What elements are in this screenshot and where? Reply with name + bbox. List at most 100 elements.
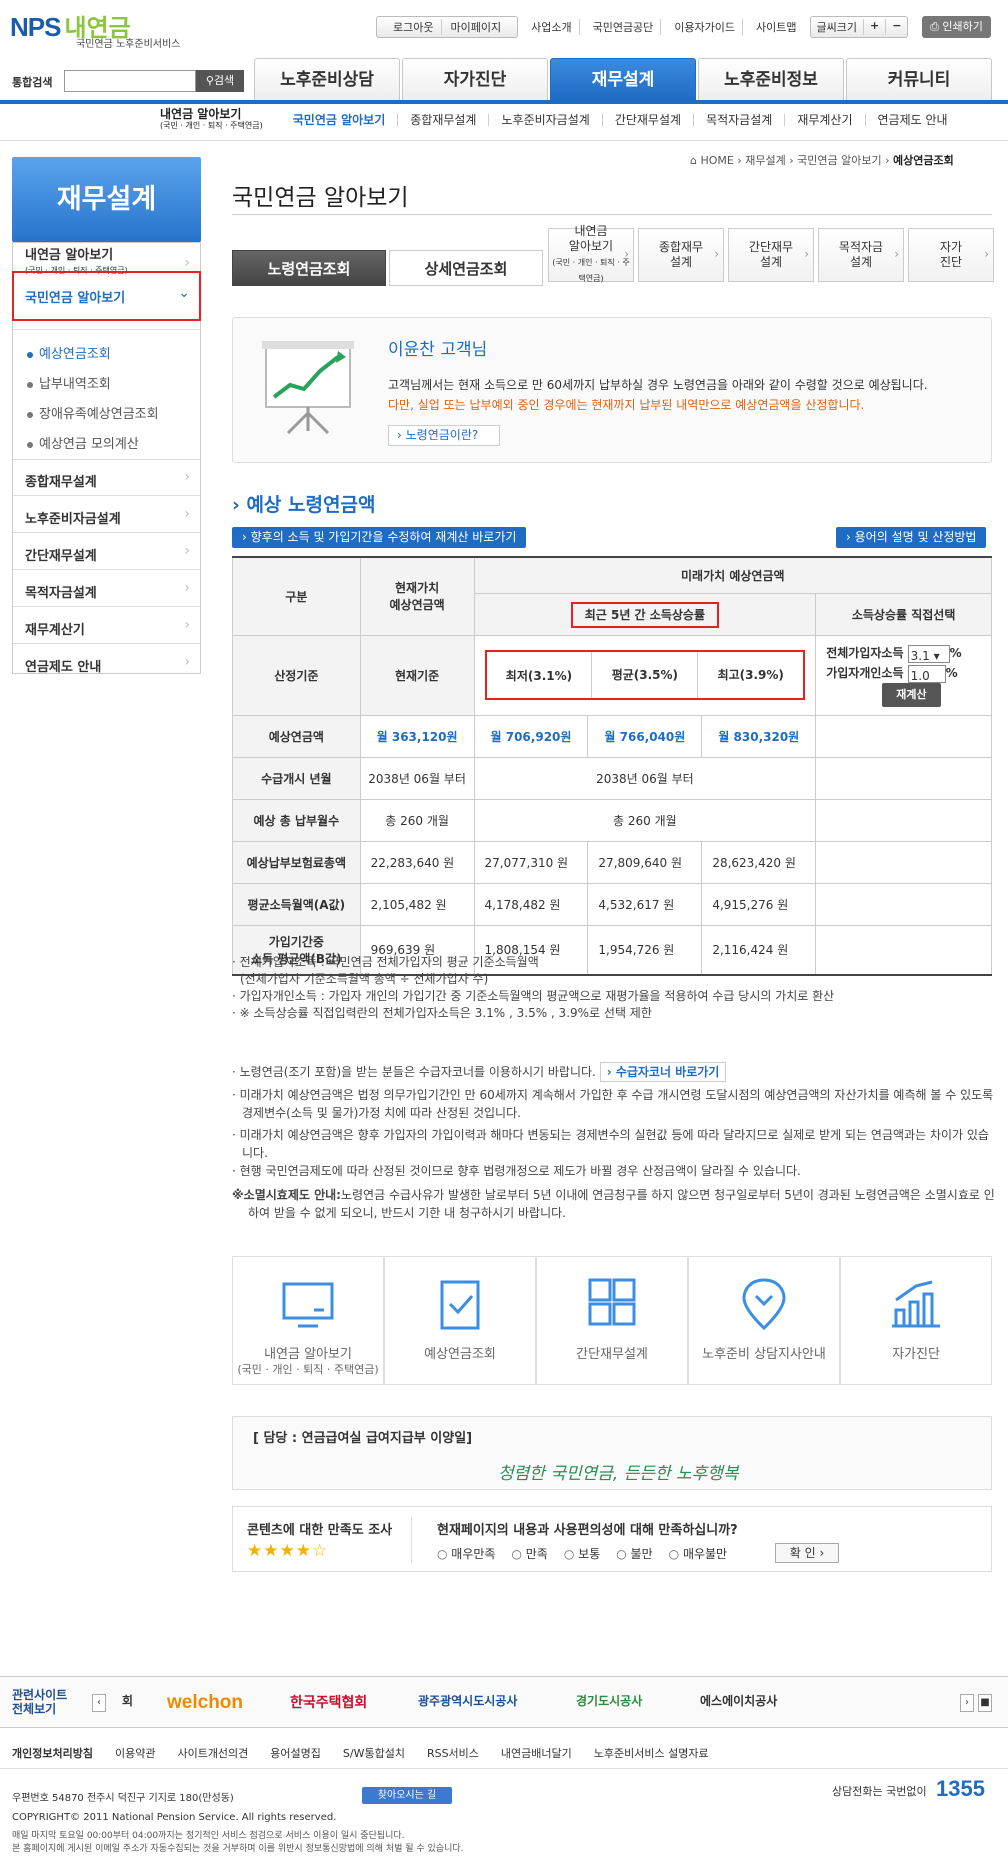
lnb-sub-simulate[interactable]: 예상연금 모의계산 xyxy=(27,433,139,452)
radio-unsatisfied[interactable]: 불만 xyxy=(616,1545,653,1562)
quick-tab-mypension[interactable]: 내연금 알아보기 (국민 · 개인 · 퇴직 · 주택연금) xyxy=(548,224,634,283)
gnb-tab-community[interactable]: 커뮤니티 xyxy=(846,58,992,100)
cell-current: 총 260 개월 xyxy=(359,798,475,842)
footer-link[interactable]: 이용약관 xyxy=(115,1745,155,1761)
directions-button[interactable]: 찾아오시는 길 xyxy=(362,1787,452,1804)
radio-normal[interactable]: 보통 xyxy=(564,1545,600,1562)
sub-nav-item-nps[interactable]: 국민연금 알아보기 xyxy=(281,114,398,126)
cell-direct xyxy=(815,798,992,842)
search-input[interactable] xyxy=(64,70,196,92)
site-logo[interactable]: 회 xyxy=(122,1692,133,1709)
site-logo[interactable]: welchon xyxy=(167,1692,243,1714)
terms-button[interactable]: › 용어의 설명 및 산정방법 xyxy=(836,527,987,548)
site-logo[interactable]: 경기도시공사 xyxy=(576,1692,642,1709)
chevron-right-icon: › xyxy=(184,469,190,485)
breadcrumb-1[interactable]: 재무설계 xyxy=(745,154,785,167)
lnb-item-purpose[interactable]: 목적자금설계 xyxy=(25,582,185,601)
quick-tab-selfcheck[interactable]: 자가 진단 xyxy=(908,228,994,282)
footer-link[interactable]: 사이트개선의견 xyxy=(177,1745,248,1761)
sub-nav-item-total[interactable]: 종합재무설계 xyxy=(397,114,488,126)
breadcrumb-2[interactable]: 국민연금 알아보기 xyxy=(797,154,881,167)
stop-icon[interactable]: ■ xyxy=(978,1694,992,1712)
quick-tab-line: 진단 xyxy=(939,255,963,269)
note-line: · 전체가입자소득 : 국민연금 전체가입자의 평균 기준소득월액 xyxy=(232,955,539,969)
lnb-item-calc[interactable]: 재무계산기 xyxy=(25,619,185,638)
lnb-item-guide[interactable]: 연금제도 안내 xyxy=(25,656,185,675)
footer-link[interactable]: 내연금배너달기 xyxy=(501,1745,572,1761)
lnb-sub-disability[interactable]: 장애유족예상연금조회 xyxy=(27,403,159,422)
cell-merged: 총 260 개월 xyxy=(473,798,817,842)
related-sites-2: 전체보기 xyxy=(12,1702,57,1716)
footer-link[interactable]: 개인정보처리방침 xyxy=(12,1745,93,1761)
print-button[interactable]: ⎙ 인쇄하기 xyxy=(922,16,991,38)
all-income-select[interactable]: 3.1 ▾ xyxy=(907,644,950,663)
util-link-about[interactable]: 사업소개 xyxy=(524,19,580,35)
section-title: › 예상 노령연금액 xyxy=(232,490,375,517)
lnb-item-nps[interactable]: 국민연금 알아보기 xyxy=(25,287,185,306)
footer-links: 개인정보처리방침 이용약관 사이트개선의견 용어설명집 S/W통합설치 RSS서… xyxy=(12,1745,709,1761)
quick-tab-total[interactable]: 종합재무 설계 xyxy=(638,228,724,282)
tab-detail[interactable]: 상세연금조회 xyxy=(389,250,543,286)
util-link-guide[interactable]: 이용자가이드 xyxy=(667,19,744,35)
gnb-tab-selfcheck[interactable]: 자가진단 xyxy=(402,58,548,100)
cell-current: 월 363,120원 xyxy=(359,714,475,758)
lnb-sub-expected[interactable]: 예상연금조회 xyxy=(27,343,111,362)
lnb-item-total[interactable]: 종합재무설계 xyxy=(25,471,185,490)
radio-very-satisfied[interactable]: 매우만족 xyxy=(437,1545,495,1562)
site-logo[interactable]: 한국주택협회 xyxy=(290,1692,367,1712)
breadcrumb-home[interactable]: HOME xyxy=(700,154,733,167)
sub-nav-item-guide[interactable]: 연금제도 안내 xyxy=(864,114,960,126)
footer-link[interactable]: 노후준비서비스 설명자료 xyxy=(594,1745,709,1761)
sub-nav-item-calc[interactable]: 재무계산기 xyxy=(784,114,864,126)
mypage-link[interactable]: 마이페이지 xyxy=(442,19,509,35)
footer-link[interactable]: RSS서비스 xyxy=(427,1745,479,1761)
prev-arrow-icon[interactable]: ‹ xyxy=(92,1694,106,1712)
cell-direct xyxy=(815,714,992,758)
footer-link[interactable]: 용어설명집 xyxy=(270,1745,321,1761)
chevron-right-icon: › xyxy=(184,580,190,596)
recipient-corner-button[interactable]: › 수급자코너 바로가기 xyxy=(599,1062,727,1082)
util-link-sitemap[interactable]: 사이트맵 xyxy=(749,19,803,35)
what-is-pension-button[interactable]: › 노령연금이란? xyxy=(388,425,500,446)
recalc-button[interactable]: 재계산 xyxy=(882,683,941,707)
lnb-item-retire[interactable]: 노후준비자금설계 xyxy=(25,508,185,527)
site-logo[interactable]: 에스에이치공사 xyxy=(700,1692,777,1709)
ind-income-input[interactable]: 1.0 xyxy=(907,664,946,683)
footer-link[interactable]: S/W통합설치 xyxy=(343,1745,405,1761)
search-button[interactable]: ⚲검색 xyxy=(196,70,244,92)
logout-link[interactable]: 로그아웃 xyxy=(385,19,443,35)
lnb-divider xyxy=(13,606,200,607)
lnb-title: 재무설계 xyxy=(12,157,201,242)
lnb-divider xyxy=(13,495,200,496)
font-minus-button[interactable]: − xyxy=(885,19,901,35)
quick-link-label: 노후준비 상담지사안내 xyxy=(702,1347,826,1362)
gnb-tab-counsel[interactable]: 노후준비상담 xyxy=(254,58,400,100)
font-plus-button[interactable]: + xyxy=(863,19,879,35)
radio-very-unsatisfied[interactable]: 매우불만 xyxy=(669,1545,727,1562)
quick-tab-simple[interactable]: 간단재무 설계 xyxy=(728,228,814,282)
next-arrow-icon[interactable]: › xyxy=(960,1694,974,1712)
sub-nav-title[interactable]: 내연금 알아보기 (국민 · 개인 · 퇴직 · 주택연금) xyxy=(160,108,281,132)
row-label: 수급개시 년월 xyxy=(232,756,361,800)
row-label: 예상 총 납부월수 xyxy=(232,798,361,842)
rate-avg: 평균(3.5%) xyxy=(591,652,697,698)
gnb-tab-finance[interactable]: 재무설계 xyxy=(550,58,696,100)
chevron-right-icon: › xyxy=(184,617,190,633)
site-logo[interactable]: 광주광역시도시공사 xyxy=(418,1692,517,1709)
radio-satisfied[interactable]: 만족 xyxy=(511,1545,548,1562)
sub-nav-item-purpose[interactable]: 목적자금설계 xyxy=(693,114,784,126)
nps-logo[interactable]: NPS 내연금 국민연금 노후준비서비스 xyxy=(10,8,210,50)
sub-nav-item-retire[interactable]: 노후준비자금설계 xyxy=(488,114,601,126)
percent-label: % xyxy=(945,666,958,680)
lnb-sub-payment[interactable]: 납부내역조회 xyxy=(27,373,111,392)
note-line: (전체가입자 기준소득월액 총액 ÷ 전체가입자 수) xyxy=(240,972,489,986)
survey-submit-button[interactable]: 확 인 › xyxy=(775,1543,839,1563)
tab-old-age[interactable]: 노령연금조회 xyxy=(232,250,386,286)
related-sites-label[interactable]: 관련사이트 전체보기 xyxy=(12,1688,67,1716)
gnb-tab-info[interactable]: 노후준비정보 xyxy=(698,58,844,100)
quick-tab-purpose[interactable]: 목적자금 설계 xyxy=(818,228,904,282)
recalc-shortcut-button[interactable]: › 향후의 소득 및 가입기간을 수정하여 재계산 바로가기 xyxy=(232,527,527,548)
sub-nav-item-simple[interactable]: 간단재무설계 xyxy=(601,114,693,126)
util-link-nps[interactable]: 국민연금공단 xyxy=(586,19,662,35)
lnb-item-simple[interactable]: 간단재무설계 xyxy=(25,545,185,564)
